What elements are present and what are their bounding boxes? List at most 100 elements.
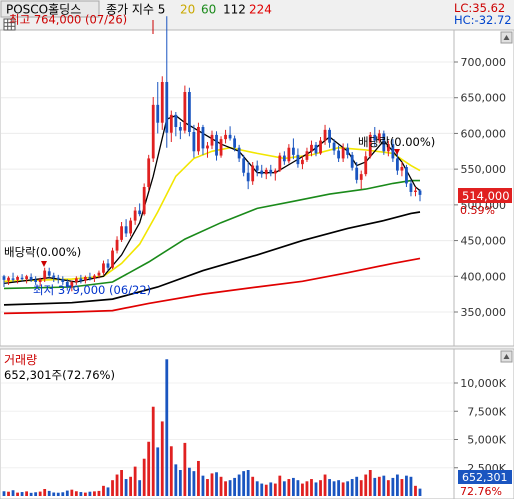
candle-body (165, 82, 169, 133)
volume-bar (187, 467, 191, 496)
volume-bar (160, 421, 164, 496)
volume-bar (83, 492, 87, 496)
candle-body (255, 165, 259, 171)
candle-body (61, 279, 65, 282)
volume-summary: 652,301주(72.76%) (4, 368, 115, 382)
volume-tick-label: 10,000K (460, 377, 506, 390)
candle-body (79, 278, 83, 281)
volume-bar (269, 482, 273, 496)
candle-body (201, 127, 205, 149)
candle-body (233, 138, 237, 148)
volume-bar (65, 490, 69, 496)
price-tick-label: 650,000 (461, 92, 507, 105)
candle-body (264, 169, 268, 175)
candle-body (147, 158, 151, 187)
candle-body (355, 167, 359, 180)
candle-body (228, 134, 232, 139)
current-change: 0.59% (460, 204, 495, 217)
volume-bar (350, 479, 354, 496)
volume-bar (61, 492, 65, 496)
candle-body (74, 278, 78, 282)
candle (219, 136, 223, 158)
volume-tick-label: 7,500K (467, 405, 506, 418)
candle-body (174, 114, 178, 127)
volume-bar (373, 477, 377, 496)
candle-body (142, 187, 146, 215)
volume-bar (124, 479, 128, 496)
candle (147, 154, 151, 191)
volume-bar (206, 479, 209, 496)
candle (151, 97, 155, 162)
candle-body (301, 159, 304, 165)
volume-bar (314, 482, 318, 496)
candle (197, 122, 200, 155)
candle-body (260, 170, 264, 175)
price-tick-label: 700,000 (461, 56, 507, 69)
volume-bar (151, 406, 155, 496)
price-tick-label: 450,000 (461, 235, 507, 248)
candle-body (97, 272, 101, 276)
candle-body (43, 270, 47, 280)
volume-bar (395, 474, 399, 496)
candle-body (183, 92, 187, 131)
volume-bar (301, 483, 304, 496)
volume-bar (79, 492, 83, 496)
volume-bar (377, 476, 381, 496)
candle-body (156, 104, 160, 123)
volume-bar (20, 492, 24, 496)
ma-period-60: 60 (201, 3, 216, 17)
volume-bar (251, 476, 255, 496)
volume-bar (120, 470, 123, 496)
volume-bar (52, 492, 56, 496)
volume-bar (391, 477, 395, 496)
candle-body (246, 172, 250, 182)
volume-bar (34, 492, 38, 496)
candle-body (346, 147, 350, 155)
volume-bar (93, 491, 96, 496)
price-tick-label: 550,000 (461, 163, 507, 176)
candle-body (400, 167, 404, 171)
volume-tick-label: 5,000K (467, 434, 506, 447)
ma-period-112: 112 (223, 3, 246, 17)
volume-bar (405, 475, 408, 496)
hc-readout: HC:-32.72 (454, 13, 512, 27)
candle-body (34, 279, 38, 282)
candle-body (296, 154, 300, 165)
ma-period-20: 20 (180, 3, 195, 17)
candle (187, 87, 191, 137)
volume-bar (70, 489, 74, 496)
volume-bar (106, 487, 110, 496)
volume-bar (47, 490, 51, 496)
candle (278, 152, 282, 172)
candle-body (111, 250, 114, 268)
volume-panel-collapse-button[interactable] (500, 350, 513, 363)
candle-body (102, 263, 105, 273)
candle-body (210, 134, 214, 146)
volume-bar (138, 480, 142, 496)
candle (160, 76, 164, 130)
volume-bar (210, 473, 214, 496)
candle-body (124, 226, 128, 234)
candle-body (341, 147, 345, 159)
ma-period-224: 224 (249, 3, 272, 17)
candle-body (332, 142, 336, 151)
price-panel-collapse-button[interactable] (500, 31, 513, 44)
candle-body (282, 155, 286, 162)
volume-bar (323, 474, 327, 496)
candle (183, 85, 187, 134)
volume-bar (16, 492, 19, 496)
volume-bar (56, 492, 60, 496)
volume-bar (233, 477, 237, 496)
volume-bar (364, 474, 368, 496)
candle-body (47, 271, 51, 276)
candle-body (178, 127, 182, 131)
candle-body (323, 129, 327, 141)
volume-bar (264, 484, 268, 496)
volume-bar (178, 470, 182, 496)
candle-body (20, 277, 24, 280)
candle-body (160, 82, 164, 123)
price-tick-label: 350,000 (461, 306, 507, 319)
candle-body (133, 210, 137, 221)
volume-bar (382, 475, 386, 496)
volume-bar (102, 485, 105, 496)
